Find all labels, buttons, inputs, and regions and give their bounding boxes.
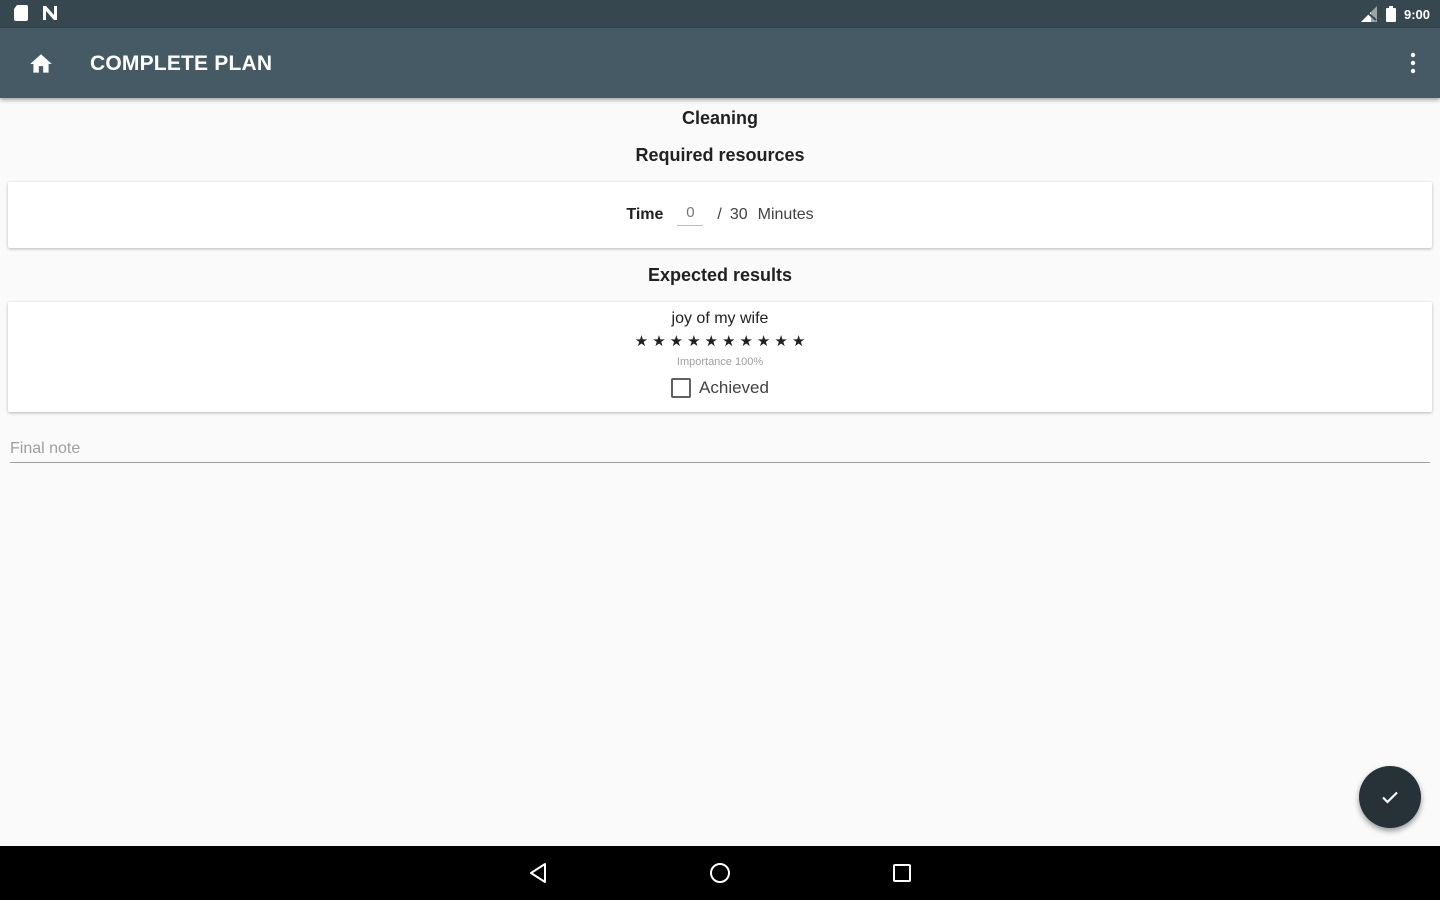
rating-star-icon[interactable]: ★ (635, 334, 648, 350)
rating-star-icon[interactable]: ★ (687, 334, 700, 350)
plan-title: Cleaning (681, 108, 758, 128)
time-label: Time (626, 206, 664, 223)
rating-star-icon[interactable]: ★ (774, 334, 787, 350)
resources-card: Time / 30 Minutes (8, 182, 1432, 248)
achieved-label: Achieved (699, 378, 769, 397)
rating-star-icon[interactable]: ★ (652, 334, 665, 350)
rating-star-icon[interactable]: ★ (705, 334, 718, 350)
notification-n-icon (43, 6, 57, 20)
more-vert-icon[interactable] (1406, 50, 1420, 76)
rating-star-icon[interactable]: ★ (757, 334, 770, 350)
final-note-input[interactable] (10, 436, 1430, 463)
rating-star-icon[interactable]: ★ (739, 334, 752, 350)
battery-icon (1385, 6, 1396, 22)
achieved-row[interactable]: Achieved (8, 378, 1432, 398)
recents-icon[interactable] (890, 861, 914, 885)
app-bar-title: COMPLETE PLAN (90, 52, 273, 75)
time-total: 30 (729, 206, 748, 223)
results-heading: Expected results (647, 265, 793, 285)
back-icon[interactable] (527, 861, 551, 885)
time-spent-input[interactable] (677, 204, 704, 226)
system-nav-bar (0, 846, 1440, 900)
status-right-area: 9:00 (1360, 6, 1430, 22)
status-bar: 9:00 (0, 0, 1440, 28)
sd-card-icon (14, 5, 28, 21)
rating-stars[interactable]: ★ ★ ★ ★ ★ ★ ★ ★ ★ ★ (8, 334, 1432, 350)
status-left-icons (14, 5, 58, 21)
importance-label: Importance 100% (676, 356, 764, 368)
resources-heading: Required resources (635, 145, 805, 165)
app-bar: COMPLETE PLAN (0, 28, 1440, 98)
rating-star-icon[interactable]: ★ (792, 334, 805, 350)
rating-star-icon[interactable]: ★ (722, 334, 735, 350)
status-time: 9:00 (1403, 6, 1430, 22)
time-separator: / (717, 206, 722, 223)
time-row: Time / 30 Minutes (8, 204, 1432, 226)
home-icon[interactable] (28, 51, 54, 77)
result-card: joy of my wife ★ ★ ★ ★ ★ ★ ★ ★ ★ ★ Importance 100… (8, 302, 1432, 412)
check-icon (1382, 791, 1398, 804)
time-unit: Minutes (757, 206, 814, 223)
rating-star-icon[interactable]: ★ (670, 334, 683, 350)
achieved-checkbox[interactable] (671, 378, 692, 398)
confirm-fab-button[interactable] (1359, 766, 1421, 828)
home-circle-icon[interactable] (708, 861, 732, 885)
result-name: joy of my wife (671, 310, 769, 327)
signal-icon (1360, 6, 1377, 22)
